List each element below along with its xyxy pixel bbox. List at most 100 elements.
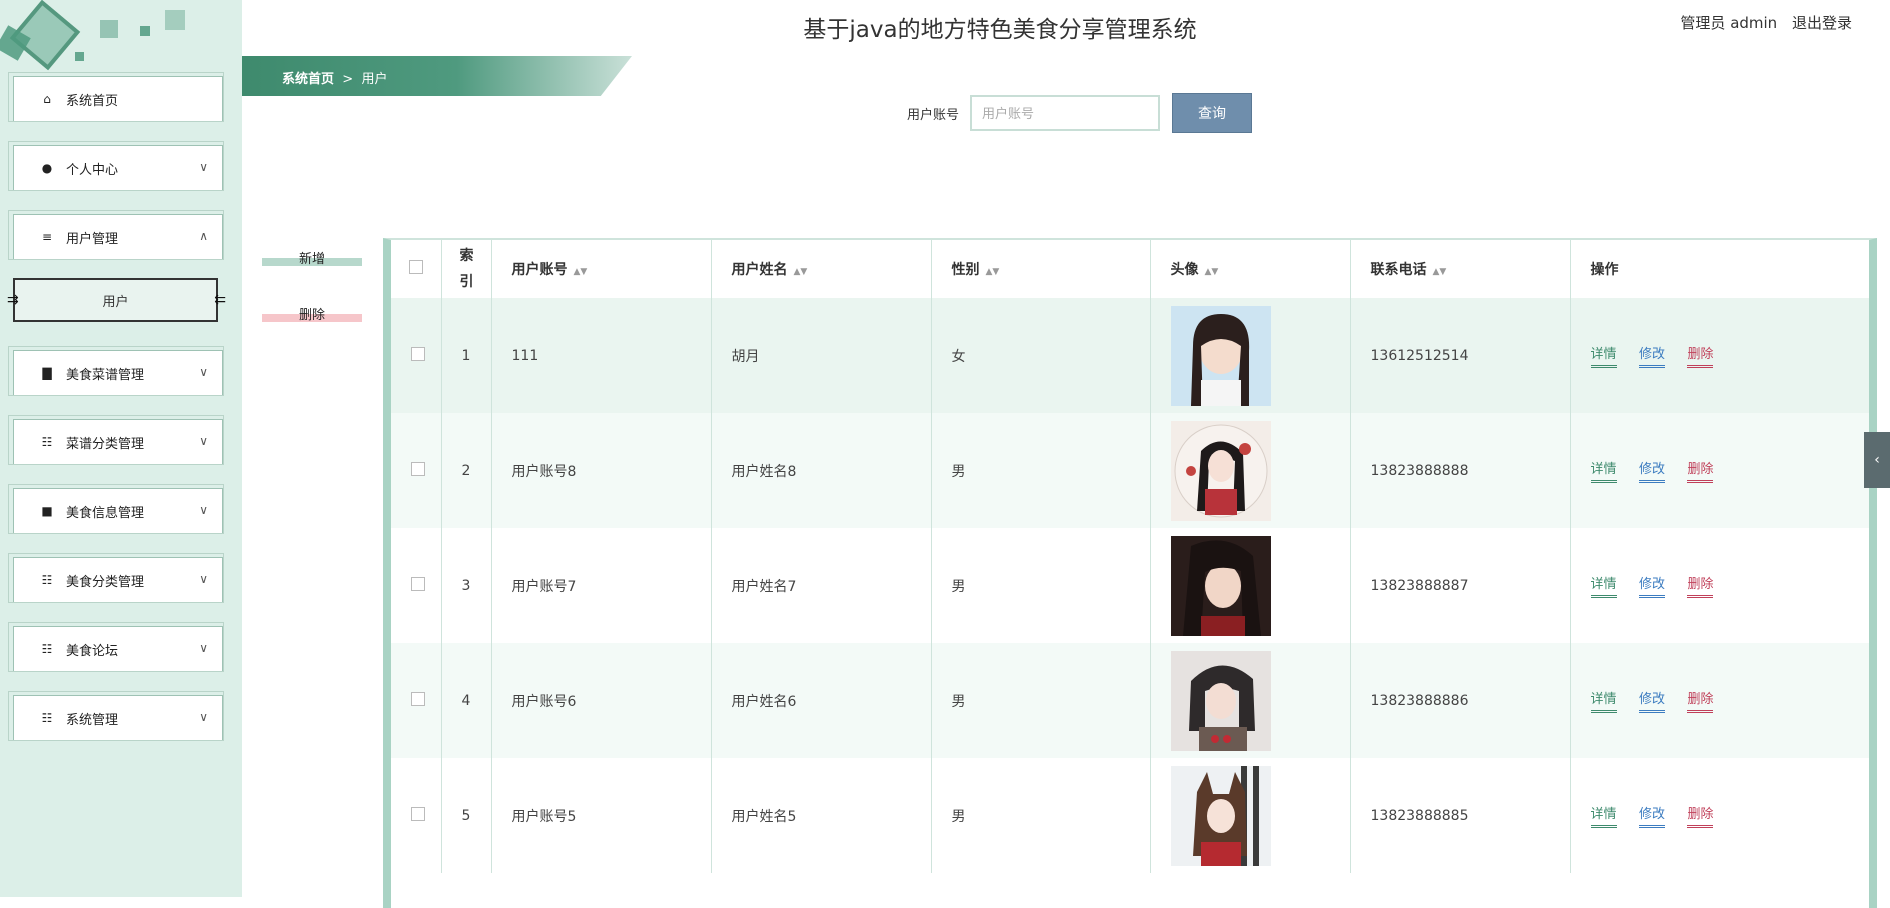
sidebar-item-label: 系统管理 — [66, 712, 119, 728]
chevron-down-icon: ∨ — [199, 160, 208, 174]
delete-link[interactable]: 删除 — [1687, 458, 1714, 483]
cell-name: 用户姓名6 — [711, 643, 932, 758]
avatar[interactable] — [1170, 650, 1271, 751]
delete-link[interactable]: 删除 — [1687, 688, 1714, 713]
arrow-right-icon: ⇇ — [214, 292, 226, 308]
sidebar-item-label: 菜谱分类管理 — [66, 436, 145, 452]
bar-chart-icon: ▇ — [42, 366, 52, 380]
sidebar-subitem-user[interactable]: ⇉ 用户 ⇇ — [7, 278, 226, 322]
header-select-all[interactable] — [391, 240, 442, 298]
header-operations: 操作 — [1590, 262, 1619, 278]
edit-link[interactable]: 修改 — [1638, 458, 1665, 483]
cell-phone: 13823888885 — [1350, 758, 1571, 873]
header-account[interactable]: 用户账号 ▲▼ — [491, 240, 712, 298]
cell-gender: 男 — [931, 758, 1151, 873]
sidebar-item-recipe-management[interactable]: ▇ 美食菜谱管理 ∨ — [8, 346, 224, 396]
row-checkbox[interactable] — [411, 576, 425, 591]
cell-phone: 13823888888 — [1350, 413, 1571, 528]
row-checkbox-cell[interactable] — [391, 758, 442, 873]
cell-avatar — [1150, 298, 1351, 413]
detail-link[interactable]: 详情 — [1590, 803, 1617, 828]
avatar[interactable] — [1170, 765, 1271, 866]
row-checkbox-cell[interactable] — [391, 643, 442, 758]
row-checkbox[interactable] — [411, 461, 425, 476]
sidebar-item-personal-center[interactable]: ● 个人中心 ∨ — [8, 141, 224, 191]
sidebar-item-forum[interactable]: ☷ 美食论坛 ∨ — [8, 622, 224, 672]
sort-icon[interactable]: ▲▼ — [986, 267, 1000, 277]
cell-account: 用户账号6 — [491, 643, 712, 758]
monitor-icon: ■ — [41, 504, 53, 518]
search-label: 用户账号 — [907, 108, 960, 123]
row-checkbox-cell[interactable] — [391, 298, 442, 413]
detail-link[interactable]: 详情 — [1590, 343, 1617, 368]
sidebar-item-system[interactable]: ☷ 系统管理 ∨ — [8, 691, 224, 741]
sidebar-item-label: 个人中心 — [66, 162, 119, 178]
row-checkbox[interactable] — [411, 806, 425, 821]
batch-delete-button[interactable]: 删除 — [262, 304, 362, 323]
delete-link[interactable]: 删除 — [1687, 803, 1714, 828]
header-name[interactable]: 用户姓名 ▲▼ — [711, 240, 932, 298]
cell-account: 111 — [491, 298, 712, 413]
sidebar-item-food-category[interactable]: ☷ 美食分类管理 ∨ — [8, 553, 224, 603]
add-button[interactable]: 新增 — [262, 248, 362, 267]
user-table: 索引 用户账号 ▲▼ 用户姓名 ▲▼ 性别 ▲▼ 头像 ▲▼ 联系电话 ▲▼ 操作 1 1… — [383, 238, 1877, 908]
chevron-up-icon: ∧ — [199, 229, 208, 243]
avatar[interactable] — [1170, 535, 1271, 636]
sort-icon[interactable]: ▲▼ — [1205, 267, 1219, 277]
header-phone[interactable]: 联系电话 ▲▼ — [1350, 240, 1571, 298]
cell-operations: 详情 修改 删除 — [1570, 643, 1869, 758]
cell-name: 用户姓名5 — [711, 758, 932, 873]
detail-link[interactable]: 详情 — [1590, 573, 1617, 598]
logout-link[interactable]: 退出登录 — [1792, 14, 1852, 32]
breadcrumb-home[interactable]: 系统首页 — [282, 72, 334, 87]
admin-label: 管理员 admin — [1680, 14, 1778, 32]
avatar[interactable] — [1170, 305, 1271, 406]
detail-link[interactable]: 详情 — [1590, 458, 1617, 483]
header-gender[interactable]: 性别 ▲▼ — [931, 240, 1151, 298]
decor-square — [165, 10, 185, 30]
select-all-checkbox[interactable] — [409, 260, 423, 274]
sidebar-item-label: 美食信息管理 — [66, 505, 145, 521]
cell-gender: 女 — [931, 298, 1151, 413]
cell-phone: 13823888886 — [1350, 643, 1571, 758]
header-index: 索引 — [441, 240, 492, 298]
sidebar-item-user-management[interactable]: ≡ 用户管理 ∧ — [8, 210, 224, 260]
cell-avatar — [1150, 413, 1351, 528]
cell-phone: 13823888887 — [1350, 528, 1571, 643]
row-checkbox[interactable] — [411, 691, 425, 706]
cell-operations: 详情 修改 删除 — [1570, 528, 1869, 643]
grid-icon: ☷ — [41, 642, 53, 656]
avatar[interactable] — [1170, 420, 1271, 521]
cell-name: 用户姓名8 — [711, 413, 932, 528]
sort-icon[interactable]: ▲▼ — [1433, 267, 1447, 277]
detail-link[interactable]: 详情 — [1590, 688, 1617, 713]
header-avatar[interactable]: 头像 ▲▼ — [1150, 240, 1351, 298]
sort-icon[interactable]: ▲▼ — [794, 267, 808, 277]
edit-link[interactable]: 修改 — [1638, 343, 1665, 368]
row-checkbox[interactable] — [411, 346, 425, 361]
search-input[interactable] — [970, 95, 1160, 131]
sidebar-item-recipe-category[interactable]: ☷ 菜谱分类管理 ∨ — [8, 415, 224, 465]
sidebar-item-food-info[interactable]: ■ 美食信息管理 ∨ — [8, 484, 224, 534]
cell-account: 用户账号7 — [491, 528, 712, 643]
sidebar-item-label: 美食菜谱管理 — [66, 367, 145, 383]
row-checkbox-cell[interactable] — [391, 413, 442, 528]
collapse-panel-tab[interactable]: ‹ — [1864, 432, 1890, 488]
table-row: 3 用户账号7 用户姓名7 男 13823888887 详情 修改 删除 — [391, 528, 1869, 643]
edit-link[interactable]: 修改 — [1638, 688, 1665, 713]
edit-link[interactable]: 修改 — [1638, 573, 1665, 598]
sidebar-subitem-label: 用户 — [102, 294, 129, 310]
query-button[interactable]: 查询 — [1172, 93, 1252, 133]
sidebar-item-home[interactable]: ⌂ 系统首页 — [8, 72, 224, 122]
sort-icon[interactable]: ▲▼ — [574, 267, 588, 277]
row-checkbox-cell[interactable] — [391, 528, 442, 643]
delete-link[interactable]: 删除 — [1687, 573, 1714, 598]
cell-avatar — [1150, 643, 1351, 758]
delete-link[interactable]: 删除 — [1687, 343, 1714, 368]
breadcrumb-current: 用户 — [361, 72, 388, 87]
cell-index: 5 — [441, 758, 492, 873]
chevron-down-icon: ∨ — [199, 365, 208, 379]
cell-name: 胡月 — [711, 298, 932, 413]
edit-link[interactable]: 修改 — [1638, 803, 1665, 828]
chevron-down-icon: ∨ — [199, 503, 208, 517]
